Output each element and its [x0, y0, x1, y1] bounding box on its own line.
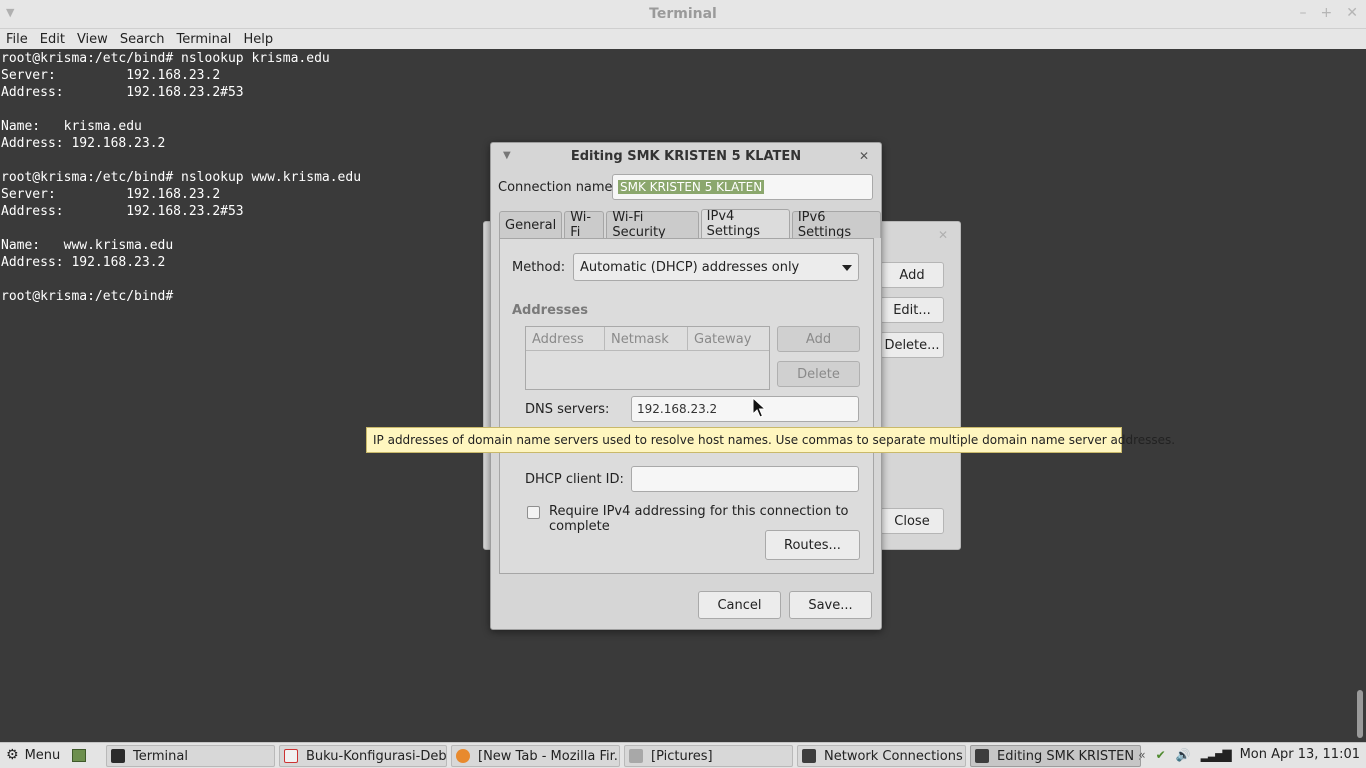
taskbar-item-label: Buku-Konfigurasi-Deb... [306, 748, 447, 764]
network-signal-icon[interactable]: ▂▃▅▇ [1201, 748, 1232, 762]
taskbar-item-editing-connection[interactable]: Editing SMK KRISTEN ... [970, 745, 1141, 767]
update-shield-icon[interactable]: ✔ [1156, 748, 1166, 762]
require-ipv4-checkbox[interactable] [527, 506, 540, 519]
method-value: Automatic (DHCP) addresses only [580, 259, 800, 275]
taskbar-item-label: Network Connections [824, 748, 963, 764]
tab-ipv4-settings[interactable]: IPv4 Settings [700, 209, 790, 239]
taskbar-item-pictures[interactable]: [Pictures] [624, 745, 793, 767]
menu-search[interactable]: Search [120, 32, 165, 47]
connection-name-value: SMK KRISTEN 5 KLATEN [618, 180, 765, 194]
dns-servers-value: 192.168.23.2 [637, 402, 718, 416]
terminal-titlebar: ▼ Terminal – + ✕ [0, 0, 1366, 29]
column-address[interactable]: Address [526, 327, 605, 351]
menu-label: Menu [24, 747, 61, 763]
table-header: Address Netmask Gateway [526, 327, 769, 351]
terminal-line: Server: 192.168.23.2 [1, 68, 221, 83]
folder-icon [629, 749, 643, 763]
network-icon [975, 749, 989, 763]
overflow-chevron-icon[interactable]: « [1138, 748, 1145, 762]
minimize-icon[interactable]: – [1300, 5, 1307, 21]
dhcp-client-id-label: DHCP client ID: [525, 472, 624, 487]
taskbar-item-label: [New Tab - Mozilla Fir... [478, 748, 620, 764]
firefox-icon [456, 749, 470, 763]
tab-general[interactable]: General [499, 211, 563, 238]
edit-connection-button[interactable]: Edit... [880, 297, 944, 323]
close-button[interactable]: Close [880, 508, 944, 534]
taskbar: ⚙ Menu Terminal Buku-Konfigurasi-Deb... … [0, 742, 1366, 768]
network-icon [802, 749, 816, 763]
terminal-line: Name: krisma.edu [1, 119, 142, 134]
terminal-line: root@krisma:/etc/bind# nslookup krisma.e… [1, 51, 330, 66]
terminal-scrollbar[interactable] [1354, 49, 1366, 742]
terminal-line: Address: 192.168.23.2#53 [1, 85, 244, 100]
menu-terminal[interactable]: Terminal [176, 32, 231, 47]
connection-name-label: Connection name: [498, 180, 617, 195]
dns-servers-label: DNS servers: [525, 402, 610, 417]
close-icon[interactable]: ✕ [1346, 5, 1358, 21]
volume-icon[interactable]: 🔊 [1176, 748, 1191, 762]
method-label: Method: [512, 260, 566, 275]
gear-icon: ⚙ [6, 747, 19, 763]
tab-wifi-security[interactable]: Wi-Fi Security [606, 210, 699, 240]
menu-help[interactable]: Help [243, 32, 273, 47]
delete-address-button[interactable]: Delete [777, 361, 860, 387]
taskbar-item-document[interactable]: Buku-Konfigurasi-Deb... [279, 745, 447, 767]
tab-ipv6-settings[interactable]: IPv6 Settings [791, 210, 881, 240]
show-desktop-icon[interactable] [72, 748, 87, 762]
dns-servers-tooltip: IP addresses of domain name servers used… [366, 427, 1175, 453]
taskbar-item-terminal[interactable]: Terminal [106, 745, 275, 767]
window-title: Terminal [649, 6, 717, 22]
taskbar-item-label: [Pictures] [651, 748, 713, 764]
menu-view[interactable]: View [77, 32, 108, 47]
addresses-title: Addresses [512, 303, 588, 318]
dns-servers-input[interactable]: 192.168.23.2 [631, 396, 859, 422]
addresses-table[interactable]: Address Netmask Gateway [525, 326, 770, 390]
close-icon[interactable]: ✕ [859, 149, 869, 163]
delete-connection-button[interactable]: Delete... [880, 332, 944, 358]
start-menu-button[interactable]: ⚙ Menu [6, 747, 87, 763]
routes-button[interactable]: Routes... [765, 530, 860, 560]
menu-file[interactable]: File [6, 32, 28, 47]
maximize-icon[interactable]: + [1321, 5, 1333, 21]
scrollbar-thumb[interactable] [1357, 690, 1363, 738]
cancel-button[interactable]: Cancel [698, 591, 781, 619]
menu-edit[interactable]: Edit [40, 32, 65, 47]
add-address-button[interactable]: Add [777, 326, 860, 352]
system-tray: « ✔ 🔊 ▂▃▅▇ Mon Apr 13, 11:01 [1138, 747, 1360, 762]
mouse-pointer-icon [752, 397, 766, 418]
dhcp-client-id-input[interactable] [631, 466, 859, 492]
chevron-down-icon [842, 265, 852, 271]
tab-wifi[interactable]: Wi-Fi [564, 210, 605, 240]
save-button[interactable]: Save... [789, 591, 872, 619]
terminal-icon [111, 749, 125, 763]
taskbar-item-network-connections[interactable]: Network Connections [797, 745, 966, 767]
column-gateway[interactable]: Gateway [688, 327, 769, 351]
column-netmask[interactable]: Netmask [605, 327, 688, 351]
dialog-title: Editing SMK KRISTEN 5 KLATEN [570, 149, 802, 164]
connection-name-input[interactable]: SMK KRISTEN 5 KLATEN [612, 174, 873, 200]
taskbar-item-label: Terminal [133, 748, 188, 764]
settings-tabs: General Wi-Fi Wi-Fi Security IPv4 Settin… [499, 209, 881, 240]
editing-connection-dialog: ▼ Editing SMK KRISTEN 5 KLATEN ✕ Connect… [490, 142, 882, 630]
method-select[interactable]: Automatic (DHCP) addresses only [573, 253, 859, 281]
taskbar-item-label: Editing SMK KRISTEN ... [997, 748, 1141, 764]
terminal-menubar: File Edit View Search Terminal Help [0, 29, 1366, 49]
close-icon[interactable]: ✕ [938, 228, 948, 242]
taskbar-item-firefox[interactable]: [New Tab - Mozilla Fir... [451, 745, 620, 767]
ipv4-settings-panel: Method: Automatic (DHCP) addresses only … [499, 238, 874, 574]
clock[interactable]: Mon Apr 13, 11:01 [1240, 747, 1360, 762]
desktop: ▼ Terminal – + ✕ File Edit View Search T… [0, 0, 1366, 768]
add-connection-button[interactable]: Add [880, 262, 944, 288]
document-icon [284, 749, 298, 763]
